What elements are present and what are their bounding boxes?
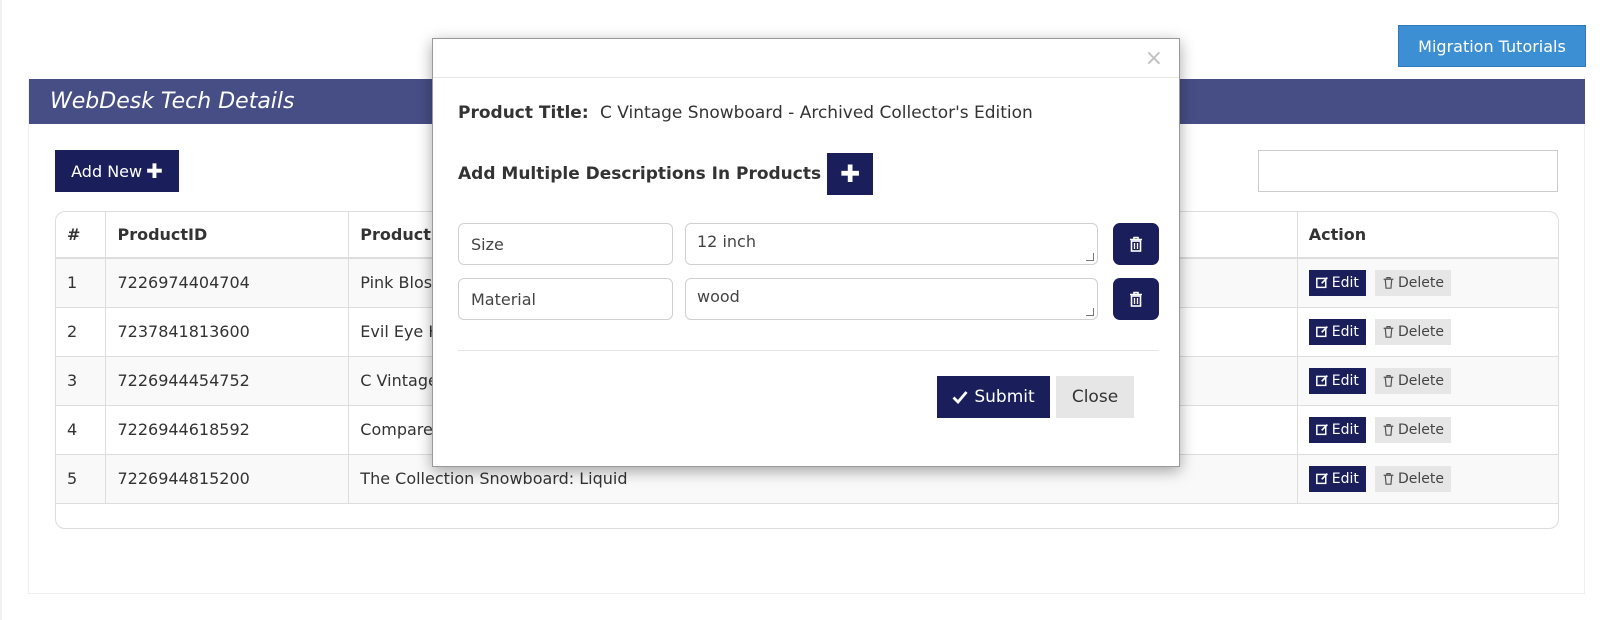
resize-grip-icon[interactable] [1086, 253, 1094, 261]
row-number: 3 [56, 356, 107, 406]
row-actions: Edit Delete [1297, 307, 1558, 357]
row-product-id: 7237841813600 [105, 307, 350, 357]
trash-icon [1130, 236, 1142, 252]
row-actions: Edit Delete [1297, 356, 1558, 406]
row-number: 4 [56, 405, 107, 455]
edit-label: Edit [1331, 323, 1359, 340]
description-row: Size 12 inch [458, 223, 1159, 265]
description-row: Material wood [458, 278, 1159, 320]
edit-icon [1315, 375, 1328, 387]
delete-label: Delete [1397, 323, 1444, 340]
trash-icon [1383, 424, 1394, 436]
check-icon [952, 391, 968, 404]
close-icon[interactable]: × [1145, 46, 1163, 71]
delete-button[interactable]: Delete [1374, 269, 1451, 296]
edit-button[interactable]: Edit [1308, 269, 1366, 296]
trash-icon [1383, 375, 1394, 387]
page: Migration Tutorials WebDesk Tech Details… [0, 0, 1605, 620]
close-button[interactable]: Close [1056, 376, 1134, 418]
column-header-number: # [56, 212, 107, 259]
column-header-productid: ProductID [105, 212, 350, 259]
delete-button[interactable]: Delete [1374, 367, 1451, 394]
edit-icon [1315, 424, 1328, 436]
row-actions: Edit Delete [1297, 405, 1558, 455]
delete-label: Delete [1397, 421, 1444, 438]
description-key-input[interactable]: Material [458, 278, 673, 320]
description-modal: × Product Title: C Vintage Snowboard - A… [432, 38, 1180, 467]
migration-tutorials-label: Migration Tutorials [1418, 36, 1566, 56]
edit-icon [1315, 277, 1328, 289]
row-product-id: 7226974404704 [105, 258, 350, 308]
description-value-text: wood [697, 287, 740, 306]
add-new-button[interactable]: Add New ✚ [55, 150, 179, 192]
description-value-textarea[interactable]: 12 inch [685, 223, 1098, 265]
edit-label: Edit [1331, 470, 1359, 487]
product-title-value: C Vintage Snowboard - Archived Collector… [600, 103, 1033, 123]
delete-button[interactable]: Delete [1374, 416, 1451, 443]
descriptions-heading-label: Add Multiple Descriptions In Products [458, 164, 822, 184]
row-product-id: 7226944454752 [105, 356, 350, 406]
modal-header: × [433, 39, 1179, 78]
modal-divider [458, 350, 1159, 351]
card-title: WebDesk Tech Details [50, 89, 295, 114]
edit-button[interactable]: Edit [1308, 318, 1366, 345]
trash-icon [1383, 473, 1394, 485]
edit-icon [1315, 473, 1328, 485]
plus-icon: ✚ [840, 160, 861, 188]
edit-label: Edit [1331, 421, 1359, 438]
submit-button[interactable]: Submit [937, 376, 1050, 418]
description-key-value: Material [471, 289, 536, 309]
description-key-input[interactable]: Size [458, 223, 673, 265]
migration-tutorials-button[interactable]: Migration Tutorials [1398, 25, 1586, 67]
column-header-action: Action [1297, 212, 1558, 259]
description-value-textarea[interactable]: wood [685, 278, 1098, 320]
remove-description-button[interactable] [1113, 278, 1159, 320]
add-new-label: Add New [71, 161, 143, 181]
resize-grip-icon[interactable] [1086, 308, 1094, 316]
row-number: 5 [56, 454, 107, 504]
edit-button[interactable]: Edit [1308, 416, 1366, 443]
submit-label: Submit [974, 387, 1035, 407]
trash-icon [1130, 291, 1142, 307]
close-label: Close [1071, 387, 1119, 407]
edit-button[interactable]: Edit [1308, 465, 1366, 492]
edit-label: Edit [1331, 274, 1359, 291]
product-title-row: Product Title: C Vintage Snowboard - Arc… [458, 103, 1033, 123]
delete-label: Delete [1397, 372, 1444, 389]
edit-icon [1315, 326, 1328, 338]
row-number: 2 [56, 307, 107, 357]
trash-icon [1383, 326, 1394, 338]
row-product-id: 7226944618592 [105, 405, 350, 455]
description-value-text: 12 inch [697, 232, 756, 251]
add-description-button[interactable]: ✚ [827, 153, 874, 195]
delete-button[interactable]: Delete [1374, 318, 1451, 345]
row-product-id: 7226944815200 [105, 454, 350, 504]
descriptions-heading: Add Multiple Descriptions In Products ✚ [458, 153, 874, 195]
row-actions: Edit Delete [1297, 454, 1558, 504]
trash-icon [1383, 277, 1394, 290]
delete-label: Delete [1397, 470, 1444, 487]
row-number: 1 [56, 258, 107, 308]
remove-description-button[interactable] [1113, 223, 1159, 265]
edit-button[interactable]: Edit [1308, 367, 1366, 394]
delete-button[interactable]: Delete [1374, 465, 1451, 492]
delete-label: Delete [1397, 274, 1444, 291]
description-key-value: Size [471, 234, 504, 254]
edit-label: Edit [1331, 372, 1359, 389]
product-title-label: Product Title: [458, 103, 589, 123]
row-actions: Edit Delete [1297, 258, 1558, 308]
plus-icon: ✚ [146, 159, 163, 183]
search-input[interactable] [1258, 150, 1558, 192]
